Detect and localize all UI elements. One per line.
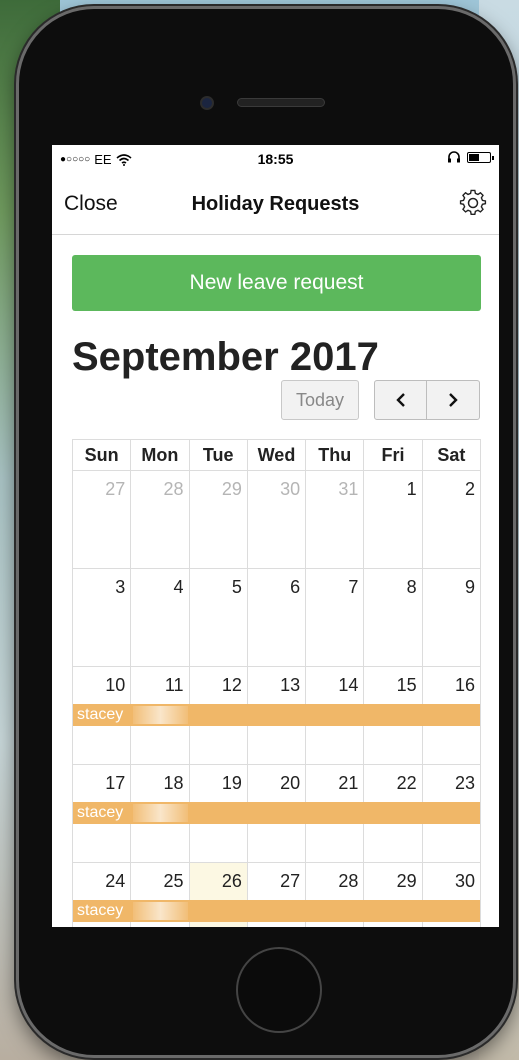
weekday-header: Sun Mon Tue Wed Thu Fri Sat <box>72 439 481 471</box>
blurred-text <box>133 804 188 822</box>
month-title: September 2017 <box>72 335 379 379</box>
calendar-grid: Sun Mon Tue Wed Thu Fri Sat 27 28 29 30 … <box>72 439 481 927</box>
day-cell[interactable]: 5 <box>188 569 247 666</box>
status-bar: ●○○○○ EE 18:55 <box>52 145 499 175</box>
day-cell[interactable]: 1 <box>363 471 421 568</box>
day-cell[interactable]: 6 <box>246 569 305 666</box>
gear-icon[interactable] <box>459 189 487 217</box>
home-button[interactable] <box>236 947 322 1033</box>
new-leave-request-button[interactable]: New leave request <box>72 255 481 311</box>
previous-month-button[interactable] <box>374 380 427 420</box>
event-label: stacey <box>77 804 124 821</box>
earpiece-speaker <box>237 98 325 107</box>
day-cell[interactable]: 4 <box>130 569 188 666</box>
day-cell[interactable]: 28 <box>130 471 188 568</box>
leave-event-bar[interactable]: stacey <box>73 900 480 922</box>
day-cell[interactable]: 29 <box>188 471 247 568</box>
weekday-wed: Wed <box>246 440 305 470</box>
day-cell[interactable]: 2 <box>421 471 480 568</box>
day-cell[interactable]: 27 <box>73 471 130 568</box>
today-button[interactable]: Today <box>281 380 359 420</box>
week-row: 24 25 26 27 28 29 30 stacey <box>72 863 481 927</box>
chevron-left-icon <box>395 393 405 407</box>
day-cell[interactable]: 8 <box>363 569 421 666</box>
leave-event-bar[interactable]: stacey <box>73 704 480 726</box>
week-row: 3 4 5 6 7 8 9 <box>72 569 481 667</box>
weekday-sun: Sun <box>84 445 119 465</box>
week-row: 10 11 12 13 14 15 16 stacey <box>72 667 481 765</box>
weekday-sat: Sat <box>421 440 480 470</box>
headphones-icon <box>448 151 460 163</box>
page-title: Holiday Requests <box>191 193 360 215</box>
status-time: 18:55 <box>257 151 294 167</box>
day-cell[interactable]: 9 <box>421 569 480 666</box>
event-label: stacey <box>77 902 124 919</box>
status-right <box>447 151 494 163</box>
blurred-text <box>133 706 188 724</box>
event-label: stacey <box>77 706 124 723</box>
front-camera <box>200 96 214 110</box>
weekday-mon: Mon <box>130 440 188 470</box>
app-screen: ●○○○○ EE 18:55 Close Holiday Requests Ne… <box>52 145 499 927</box>
navigation-bar: Close Holiday Requests <box>52 175 499 235</box>
week-row: 27 28 29 30 31 1 2 <box>72 471 481 569</box>
weekday-thu: Thu <box>305 440 363 470</box>
day-cell[interactable]: 7 <box>305 569 363 666</box>
day-cell[interactable]: 30 <box>246 471 305 568</box>
day-cell[interactable]: 31 <box>305 471 363 568</box>
battery-icon <box>467 151 494 163</box>
blurred-text <box>133 902 188 920</box>
weekday-tue: Tue <box>188 440 247 470</box>
leave-event-bar[interactable]: stacey <box>73 802 480 824</box>
chevron-right-icon <box>449 393 458 407</box>
day-cell[interactable]: 3 <box>73 569 130 666</box>
week-row: 17 18 19 20 21 22 23 stacey <box>72 765 481 863</box>
next-month-button[interactable] <box>427 380 480 420</box>
weekday-fri: Fri <box>363 440 421 470</box>
